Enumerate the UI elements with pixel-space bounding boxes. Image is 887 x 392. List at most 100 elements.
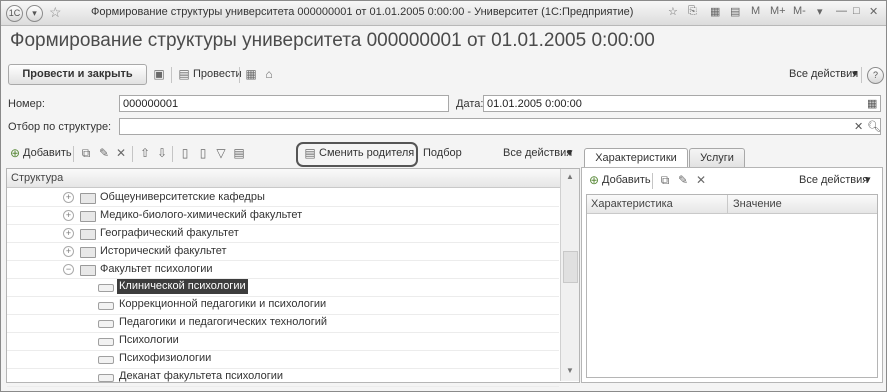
- dropdown-arrow-icon[interactable]: ▾: [817, 5, 823, 18]
- selection-button[interactable]: Подбор: [423, 147, 462, 159]
- window-menu-icon[interactable]: ▾: [26, 5, 43, 22]
- value-column-header[interactable]: Значение: [733, 195, 782, 213]
- structure-column-header[interactable]: Структура: [7, 169, 579, 188]
- structure-row[interactable]: Педагогики и педагогических технологий: [7, 314, 559, 333]
- structure-row[interactable]: Деканат факультета психологии: [7, 368, 559, 387]
- structure-row-label: Общеуниверситетские кафедры: [100, 191, 265, 203]
- search-icon[interactable]: 🔍︎: [867, 120, 881, 133]
- list-icon[interactable]: ▤: [232, 146, 246, 160]
- selected-row-label: Клинической психологии: [117, 279, 248, 294]
- structure-all-actions-arrow-icon[interactable]: ▾: [567, 146, 573, 159]
- related-docs-icon[interactable]: ⌂: [262, 67, 276, 81]
- characteristics-all-actions-arrow-icon[interactable]: ▾: [865, 173, 871, 186]
- post-button[interactable]: Провести: [193, 68, 242, 80]
- structure-row[interactable]: + Медико-биолого-химический факультет: [7, 206, 559, 225]
- copy-icon[interactable]: ⧉: [79, 146, 93, 160]
- post-icon[interactable]: ▤: [177, 67, 191, 81]
- edit-icon[interactable]: ✎: [97, 146, 111, 160]
- scroll-thumb[interactable]: [563, 251, 578, 283]
- structure-row[interactable]: Клинической психологии: [7, 278, 559, 297]
- help-button[interactable]: ?: [867, 67, 884, 84]
- memory-mminus-button[interactable]: M-: [793, 5, 806, 17]
- characteristics-panel: ⊕ Добавить ⧉ ✎ ✕ Все действия ▾ Характер…: [581, 167, 883, 383]
- expand-icon[interactable]: +: [63, 228, 74, 239]
- tab-services[interactable]: Услуги: [689, 148, 745, 167]
- structure-column-title: Структура: [11, 172, 64, 184]
- all-actions-menu[interactable]: Все действия: [789, 68, 858, 80]
- app-menu-icon[interactable]: 1С: [6, 5, 23, 22]
- date-label: Дата:: [456, 98, 484, 110]
- toolbar-separator: [239, 67, 240, 83]
- delete-icon[interactable]: ✕: [694, 173, 708, 187]
- all-actions-arrow-icon[interactable]: ▾: [852, 67, 858, 80]
- folder-icon: [80, 229, 96, 240]
- item-icon: [98, 302, 114, 310]
- calendar-picker-icon[interactable]: ▦: [867, 97, 877, 110]
- document-window: 1С ▾ ☆ Формирование структуры университе…: [0, 0, 887, 392]
- link-icon[interactable]: ⎘: [688, 5, 697, 18]
- filter-field[interactable]: [119, 118, 881, 135]
- calculator-icon[interactable]: ▦: [710, 5, 720, 18]
- move-down-icon[interactable]: ⇩: [155, 146, 169, 160]
- folder-icon: [80, 193, 96, 204]
- structure-row[interactable]: Коррекционной педагогики и психологии: [7, 296, 559, 315]
- memory-m-button[interactable]: M: [751, 5, 760, 17]
- toolbar-separator: [652, 173, 653, 189]
- add-characteristic-icon[interactable]: ⊕: [587, 173, 601, 187]
- calendar-icon[interactable]: ▤: [730, 5, 740, 18]
- characteristics-all-actions-menu[interactable]: Все действия: [799, 174, 868, 186]
- column-divider: [727, 195, 728, 213]
- scroll-down-icon[interactable]: ▼: [566, 366, 574, 375]
- characteristic-column-header[interactable]: Характеристика: [591, 195, 673, 213]
- memory-mplus-button[interactable]: M+: [770, 5, 786, 17]
- copy-folder-icon[interactable]: ▯: [196, 146, 210, 160]
- structure-row[interactable]: Психологии: [7, 332, 559, 351]
- minimize-icon[interactable]: —: [836, 5, 847, 17]
- characteristics-grid[interactable]: Характеристика Значение: [586, 194, 878, 378]
- post-and-close-button[interactable]: Провести и закрыть: [8, 64, 147, 85]
- window-title: Формирование структуры университета 0000…: [91, 6, 634, 18]
- structure-add-button[interactable]: Добавить: [23, 147, 72, 159]
- item-icon: [98, 338, 114, 346]
- item-icon: [98, 374, 114, 382]
- structure-row[interactable]: + Географический факультет: [7, 224, 559, 243]
- folder-icon: [80, 247, 96, 258]
- edit-icon[interactable]: ✎: [676, 173, 690, 187]
- create-folder-icon[interactable]: ▯: [178, 146, 192, 160]
- structure-all-actions-menu[interactable]: Все действия: [503, 147, 572, 159]
- delete-icon[interactable]: ✕: [114, 146, 128, 160]
- structure-row[interactable]: + Общеуниверситетские кафедры: [7, 188, 559, 207]
- structure-row[interactable]: Психофизиологии: [7, 350, 559, 369]
- add-icon[interactable]: ⊕: [8, 146, 22, 160]
- characteristics-add-button[interactable]: Добавить: [602, 174, 651, 186]
- close-icon[interactable]: ✕: [869, 5, 878, 18]
- structure-row-label: Психофизиологии: [119, 352, 212, 364]
- expand-icon[interactable]: +: [63, 210, 74, 221]
- scroll-up-icon[interactable]: ▲: [566, 172, 574, 181]
- filter-icon[interactable]: ▽: [214, 146, 228, 160]
- folder-icon: [80, 265, 96, 276]
- expand-icon[interactable]: +: [63, 246, 74, 257]
- toolbar-separator: [132, 146, 133, 162]
- date-field[interactable]: 01.01.2005 0:00:00: [483, 95, 881, 112]
- favorite-icon[interactable]: ☆: [668, 5, 678, 18]
- structure-row[interactable]: − Факультет психологии: [7, 260, 559, 279]
- copy-icon[interactable]: ⧉: [658, 173, 672, 187]
- structure-grid[interactable]: Структура + Общеуниверситетские кафедры + М…: [6, 168, 580, 387]
- toolbar-separator: [73, 146, 74, 162]
- structure-row[interactable]: + Исторический факультет: [7, 242, 559, 261]
- structure-row-label: Географический факультет: [100, 227, 239, 239]
- print-icon[interactable]: ▦: [244, 67, 258, 81]
- collapse-icon[interactable]: −: [63, 264, 74, 275]
- maximize-icon[interactable]: □: [853, 5, 860, 17]
- toolbar-separator: [861, 67, 862, 83]
- clear-filter-icon[interactable]: ✕: [854, 120, 863, 133]
- tab-characteristics[interactable]: Характеристики: [584, 148, 688, 168]
- move-up-icon[interactable]: ⇧: [138, 146, 152, 160]
- favorite-star-icon[interactable]: ☆: [49, 4, 62, 21]
- expand-icon[interactable]: +: [63, 192, 74, 203]
- number-field[interactable]: 000000001: [119, 95, 449, 112]
- structure-row-label: Медико-биолого-химический факультет: [100, 209, 303, 221]
- structure-scrollbar[interactable]: ▲ ▼: [560, 169, 579, 381]
- save-icon[interactable]: ▣: [152, 67, 166, 81]
